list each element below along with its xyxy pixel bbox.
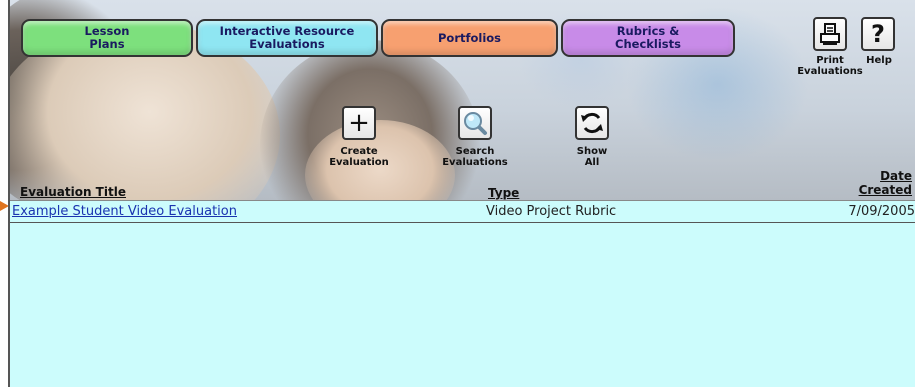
- evaluation-date-created: 7/09/2005: [848, 204, 915, 219]
- print-evaluations-label: Print Evaluations: [797, 55, 863, 77]
- evaluation-type: Video Project Rubric: [486, 204, 617, 219]
- help-button[interactable]: ?: [861, 17, 895, 51]
- search-evaluations-button[interactable]: [458, 106, 492, 140]
- help-label: Help: [866, 55, 892, 66]
- search-evaluations-label: Search Evaluations: [442, 146, 508, 168]
- create-evaluation-button[interactable]: +: [342, 106, 376, 140]
- column-header-type[interactable]: Type: [488, 186, 519, 200]
- printer-icon: [820, 23, 840, 45]
- magnifier-icon: [464, 112, 487, 135]
- show-all-label: Show All: [576, 146, 608, 168]
- evaluations-list: Example Student Video Evaluation Video P…: [10, 200, 915, 387]
- plus-icon: +: [348, 108, 370, 138]
- print-evaluations-button[interactable]: [813, 17, 847, 51]
- tab-portfolios[interactable]: Portfolios: [381, 19, 558, 57]
- show-all-button[interactable]: [575, 106, 609, 140]
- create-evaluation-label: Create Evaluation: [329, 146, 389, 168]
- tab-lesson-plans[interactable]: Lesson Plans: [21, 19, 193, 57]
- tab-rubrics-checklists[interactable]: Rubrics & Checklists: [561, 19, 735, 57]
- column-header-evaluation-title[interactable]: Evaluation Title: [20, 185, 126, 199]
- refresh-icon: [581, 112, 603, 134]
- table-row: Example Student Video Evaluation Video P…: [10, 201, 915, 223]
- evaluation-title-link[interactable]: Example Student Video Evaluation: [12, 201, 237, 223]
- tab-interactive-resource-evaluations[interactable]: Interactive Resource Evaluations: [196, 19, 378, 57]
- question-mark-icon: ?: [871, 20, 885, 48]
- column-header-date-created[interactable]: Date Created: [832, 169, 912, 197]
- evaluations-panel: Lesson Plans Interactive Resource Evalua…: [8, 0, 915, 387]
